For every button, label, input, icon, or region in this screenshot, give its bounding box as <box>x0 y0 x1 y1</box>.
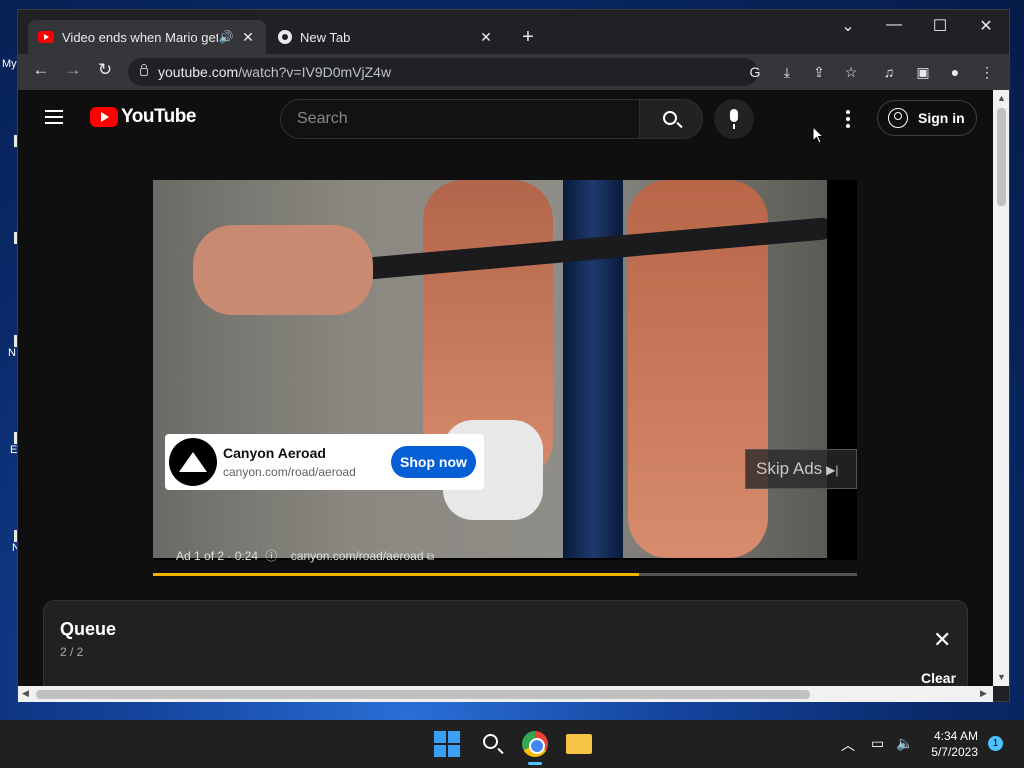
youtube-icon <box>38 31 54 43</box>
clock-time: 4:34 AM <box>933 729 978 743</box>
back-button[interactable]: ← <box>30 60 52 80</box>
bookmark-star-icon[interactable]: ☆ <box>842 63 860 81</box>
skip-next-icon: ▶| <box>826 463 839 477</box>
tab-youtube[interactable]: Video ends when Mario gets 🔊 ✕ <box>28 20 266 54</box>
taskbar: ︿ ▭ 🔈 4:34 AM 5/7/2023 1 <box>0 720 1024 768</box>
more-options-icon[interactable] <box>846 110 850 131</box>
queue-title: Queue <box>60 619 117 639</box>
notification-badge[interactable]: 1 <box>988 736 1003 751</box>
url-path: /watch?v=IV9D0mVjZ4w <box>238 64 392 80</box>
close-tab-icon[interactable]: ✕ <box>478 29 494 46</box>
chrome-taskbar-icon[interactable] <box>522 731 548 757</box>
side-panel-icon[interactable]: ▣ <box>914 63 932 81</box>
scroll-down-icon[interactable]: ▼ <box>997 672 1006 682</box>
search-button[interactable] <box>639 99 703 139</box>
sign-in-button[interactable]: Sign in <box>877 100 977 136</box>
desktop-icon-label: My <box>2 58 17 70</box>
speaker-icon[interactable]: 🔊 <box>218 30 234 44</box>
chrome-icon <box>278 30 292 44</box>
voice-search-button[interactable] <box>714 99 754 139</box>
vertical-scroll-thumb[interactable] <box>997 108 1006 206</box>
horizontal-scrollbar[interactable]: ◀ ▶ <box>18 686 993 702</box>
external-link-icon: ⧉ <box>426 552 434 563</box>
scroll-left-icon[interactable]: ◀ <box>22 688 29 699</box>
ad-progress-fill <box>153 573 639 576</box>
ad-overlay-card[interactable]: Canyon Aeroad canyon.com/road/aeroad Sho… <box>165 434 484 490</box>
youtube-logo-text: YouTube <box>121 106 196 127</box>
tab-new-tab[interactable]: New Tab ✕ <box>268 20 504 54</box>
advertiser-logo-icon <box>169 438 217 486</box>
video-player[interactable]: Canyon Aeroad canyon.com/road/aeroad Sho… <box>153 180 857 576</box>
url-host: youtube.com <box>158 64 239 80</box>
volume-icon[interactable]: 🔈 <box>896 735 913 752</box>
google-lens-icon[interactable]: G <box>746 63 764 81</box>
shop-now-button[interactable]: Shop now <box>391 446 476 478</box>
ad-progress-bar[interactable] <box>153 573 857 576</box>
system-clock[interactable]: 4:34 AM 5/7/2023 <box>924 728 978 760</box>
taskbar-search-icon[interactable] <box>480 731 506 757</box>
profile-icon[interactable]: ● <box>946 63 964 81</box>
search-input[interactable]: Search <box>280 99 640 139</box>
lock-icon[interactable] <box>140 64 148 76</box>
microphone-icon <box>730 109 738 122</box>
network-icon[interactable]: ▭ <box>871 735 884 752</box>
file-explorer-icon[interactable] <box>566 734 592 754</box>
youtube-logo[interactable]: YouTube <box>90 106 196 128</box>
close-queue-icon[interactable]: ✕ <box>933 627 951 653</box>
share-icon[interactable]: ⇪ <box>810 63 828 81</box>
clear-queue-button[interactable]: Clear <box>921 670 956 686</box>
desktop-icon-label: N <box>8 347 16 359</box>
tab-title: New Tab <box>300 29 351 45</box>
menu-icon[interactable]: ⋮ <box>978 63 996 81</box>
hamburger-menu-icon[interactable] <box>45 110 63 124</box>
scroll-right-icon[interactable]: ▶ <box>980 688 987 699</box>
video-frame: Canyon Aeroad canyon.com/road/aeroad Sho… <box>153 180 827 558</box>
tab-title: Video ends when Mario gets <box>62 29 218 45</box>
clock-date: 5/7/2023 <box>931 745 978 759</box>
tab-search-icon[interactable]: ⌄ <box>838 16 858 36</box>
horizontal-scroll-thumb[interactable] <box>36 690 810 699</box>
mouse-cursor-icon <box>812 126 824 144</box>
skip-ads-button[interactable]: Skip Ads ▶| <box>745 449 857 489</box>
queue-count: 2 / 2 <box>60 645 84 659</box>
scroll-up-icon[interactable]: ▲ <box>997 93 1006 103</box>
search-icon <box>663 111 677 125</box>
browser-toolbar: ← → ↻ youtube.com/watch?v=IV9D0mVjZ4w G … <box>18 54 1009 90</box>
advertiser-url[interactable]: canyon.com/road/aeroad <box>223 465 391 479</box>
ad-position-label: Ad 1 of 2 · 0:24 <box>176 549 259 563</box>
queue-panel: Queue 2 / 2 ✕ Clear <box>43 600 968 686</box>
show-hidden-icons-icon[interactable]: ︿ <box>841 735 855 755</box>
web-page: YouTube Search Sign in Canyon Aeroad can… <box>18 90 993 686</box>
ad-info-bar: Ad 1 of 2 · 0:24 ⓘ canyon.com/road/aeroa… <box>176 547 434 564</box>
media-controls-icon[interactable]: ♫ <box>880 63 898 81</box>
forward-button[interactable]: → <box>62 60 84 80</box>
active-app-indicator <box>528 762 542 765</box>
vertical-scrollbar[interactable]: ▲ ▼ <box>993 90 1009 686</box>
reload-button[interactable]: ↻ <box>94 60 116 80</box>
info-icon[interactable]: ⓘ <box>265 549 277 563</box>
youtube-header: YouTube Search Sign in <box>18 90 993 146</box>
sign-in-label: Sign in <box>918 110 965 126</box>
close-window-button[interactable]: ✕ <box>976 16 996 36</box>
address-bar[interactable]: youtube.com/watch?v=IV9D0mVjZ4w <box>128 58 758 86</box>
maximize-button[interactable]: ☐ <box>930 16 950 36</box>
account-icon <box>888 108 908 128</box>
close-tab-icon[interactable]: ✕ <box>240 29 256 46</box>
advertiser-name: Canyon Aeroad <box>223 445 326 461</box>
youtube-play-icon <box>90 107 118 127</box>
start-button[interactable] <box>434 731 460 757</box>
install-app-icon[interactable]: ⤓ <box>778 63 796 81</box>
skip-ads-label: Skip Ads <box>756 459 823 478</box>
tab-strip: Video ends when Mario gets 🔊 ✕ New Tab ✕… <box>18 10 1009 54</box>
minimize-button[interactable]: — <box>884 16 904 34</box>
ad-info-url[interactable]: canyon.com/road/aeroad <box>291 549 424 563</box>
new-tab-button[interactable]: + <box>518 26 538 49</box>
browser-window: Video ends when Mario gets 🔊 ✕ New Tab ✕… <box>17 9 1010 702</box>
